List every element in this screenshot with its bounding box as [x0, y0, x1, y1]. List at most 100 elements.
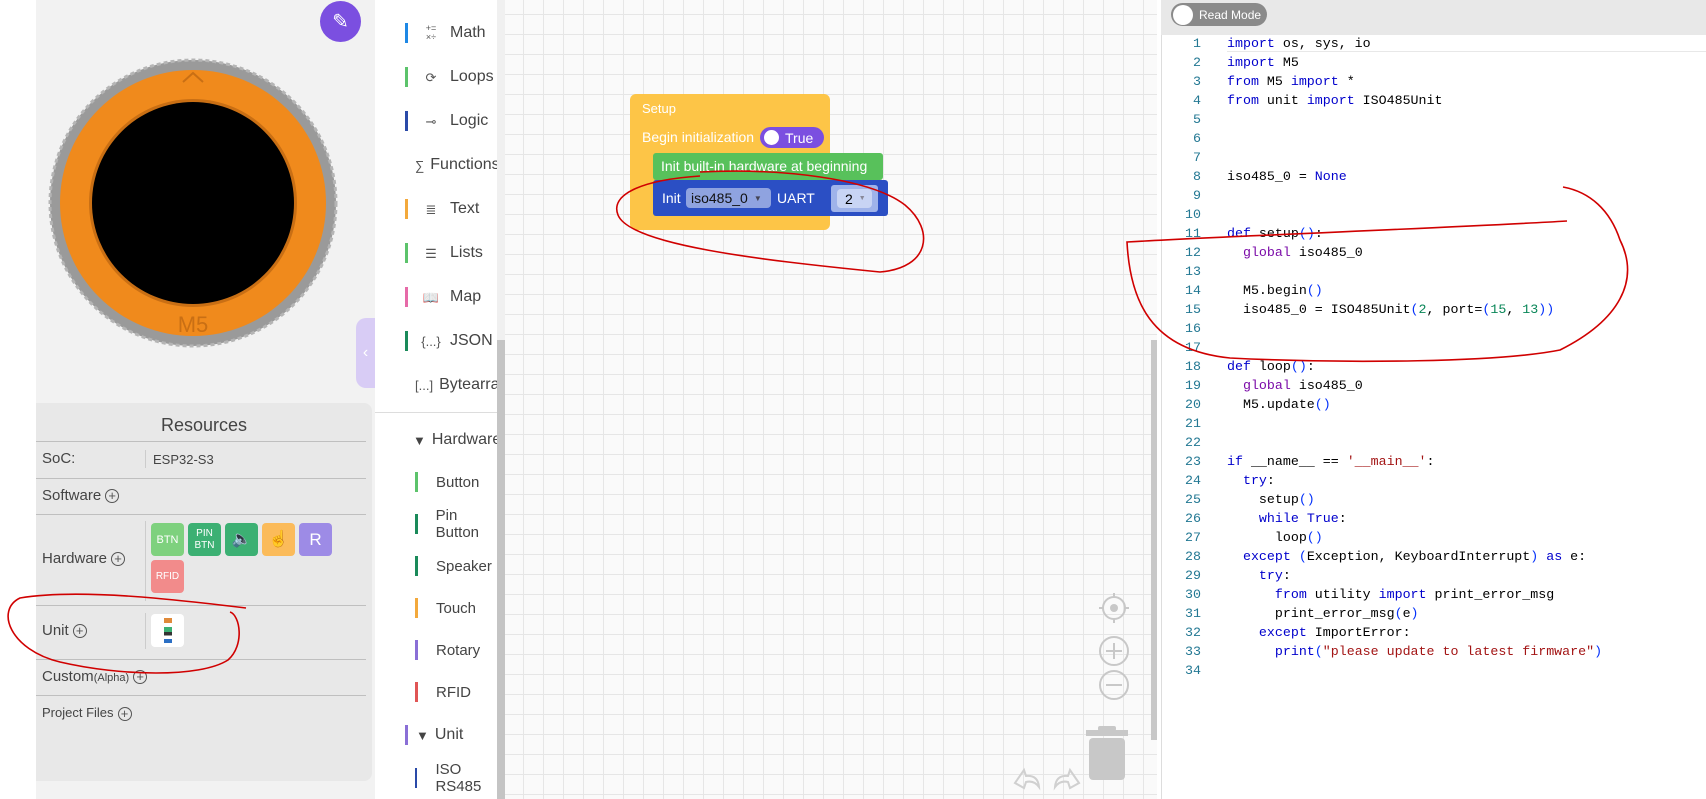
- category-loops[interactable]: ⟳ Loops: [375, 62, 497, 92]
- category-logic[interactable]: ⊸ Logic: [375, 106, 497, 136]
- hw-btn[interactable]: BTN: [151, 523, 184, 556]
- workspace-scrollbar[interactable]: [1151, 340, 1157, 740]
- plus-circle-icon[interactable]: +: [72, 624, 87, 639]
- category-button[interactable]: Button: [375, 467, 497, 497]
- category-speaker[interactable]: Speaker: [375, 551, 497, 581]
- code-line[interactable]: print_error_msg(e): [1227, 604, 1419, 623]
- category-hardware[interactable]: ▼ Hardware: [375, 425, 501, 455]
- code-token: ImportError:: [1306, 625, 1411, 640]
- workspace-controls: [1013, 593, 1129, 791]
- category-label: Rotary: [436, 641, 481, 659]
- edit-device-button[interactable]: ✎: [320, 1, 361, 42]
- code-line[interactable]: iso485_0 = None: [1227, 167, 1347, 186]
- code-line[interactable]: global iso485_0: [1227, 376, 1363, 395]
- code-line[interactable]: loop(): [1227, 528, 1323, 547]
- code-token: print_error_msg: [1227, 606, 1395, 621]
- code-line[interactable]: except ImportError:: [1227, 623, 1411, 642]
- hw-rfid[interactable]: RFID: [151, 560, 184, 593]
- category-iso-rs485[interactable]: ISO RS485: [375, 761, 497, 795]
- code-token: (: [1410, 302, 1419, 317]
- code-line[interactable]: if __name__ == '__main__':: [1227, 452, 1434, 471]
- category-rfid[interactable]: RFID: [375, 677, 497, 707]
- hw-pin-btn[interactable]: PIN BTN: [188, 523, 221, 556]
- code-token: (: [1314, 644, 1323, 659]
- category-map[interactable]: 📖 Map: [375, 282, 497, 312]
- category-math[interactable]: += ×÷ Math: [375, 18, 497, 48]
- read-mode-toggle[interactable]: Read Mode: [1171, 3, 1267, 26]
- code-line[interactable]: except (Exception, KeyboardInterrupt) as…: [1227, 547, 1586, 566]
- code-line[interactable]: print("please update to latest firmware"…: [1227, 642, 1602, 661]
- functions-icon: ∑: [415, 157, 425, 173]
- category-label: Hardware: [431, 431, 502, 448]
- category-scrollbar[interactable]: [497, 340, 505, 799]
- collapse-panel-button[interactable]: ‹: [356, 318, 375, 388]
- var-value: iso485_0: [691, 190, 748, 206]
- code-line[interactable]: from utility import print_error_msg: [1227, 585, 1554, 604]
- code-line[interactable]: from M5 import *: [1227, 72, 1355, 91]
- category-pin-button[interactable]: Pin Button: [375, 507, 497, 541]
- category-bytearray[interactable]: [...] Bytearray: [375, 370, 508, 400]
- trash-icon[interactable]: [1086, 726, 1128, 780]
- line-number: 8: [1193, 169, 1201, 184]
- software-add[interactable]: Software +: [42, 487, 120, 504]
- category-text[interactable]: ≣ Text: [375, 194, 497, 224]
- category-label: Button: [436, 473, 480, 491]
- unit-iso485-icon[interactable]: [151, 614, 184, 647]
- code-line[interactable]: def loop():: [1227, 357, 1315, 376]
- uart-dropdown[interactable]: 2 ▼: [837, 189, 872, 208]
- code-line[interactable]: try:: [1227, 566, 1291, 585]
- begin-init-toggle[interactable]: True: [760, 127, 824, 148]
- speaker-icon: 🔈: [231, 530, 252, 548]
- category-rotary[interactable]: Rotary: [375, 635, 497, 665]
- plus-circle-icon[interactable]: +: [117, 706, 132, 721]
- zoom-in-button[interactable]: [1099, 636, 1129, 666]
- undo-icon[interactable]: [1013, 767, 1041, 791]
- recenter-button[interactable]: [1099, 593, 1129, 623]
- code-line[interactable]: import os, sys, io: [1227, 34, 1371, 53]
- custom-add[interactable]: Custom(Alpha) +: [42, 668, 148, 685]
- category-label: Loops: [450, 68, 494, 85]
- category-label: Functions: [430, 156, 500, 173]
- code-line[interactable]: def setup():: [1227, 224, 1323, 243]
- category-json[interactable]: {...} JSON: [375, 326, 497, 356]
- code-line[interactable]: iso485_0 = ISO485Unit(2, port=(15, 13)): [1227, 300, 1554, 319]
- unit-add[interactable]: Unit +: [42, 622, 87, 639]
- iso485-var-dropdown[interactable]: iso485_0 ▼: [686, 188, 771, 208]
- code-token: import: [1378, 587, 1427, 602]
- code-token: (): [1314, 397, 1331, 412]
- code-line[interactable]: import M5: [1227, 53, 1299, 72]
- category-color-bar: [415, 598, 418, 618]
- uart-value-slot[interactable]: 2 ▼: [831, 185, 878, 212]
- code-token: Exception, KeyboardInterrupt: [1306, 549, 1531, 564]
- category-unit[interactable]: ▼ Unit: [375, 720, 497, 750]
- hw-rotary[interactable]: R: [299, 523, 332, 556]
- category-color-bar: [405, 111, 408, 131]
- category-functions[interactable]: ∑ Functions: [375, 150, 500, 180]
- code-line[interactable]: setup(): [1227, 490, 1315, 509]
- project-files-add[interactable]: Project Files +: [42, 705, 132, 721]
- code-token: iso485_0 =: [1227, 169, 1315, 184]
- plus-circle-icon[interactable]: +: [105, 489, 120, 504]
- code-line[interactable]: try:: [1227, 471, 1275, 490]
- code-line[interactable]: global iso485_0: [1227, 243, 1363, 262]
- code-token: from: [1227, 93, 1259, 108]
- code-line[interactable]: M5.update(): [1227, 395, 1331, 414]
- code-line[interactable]: while True:: [1227, 509, 1347, 528]
- hardware-add[interactable]: Hardware +: [42, 550, 126, 567]
- plus-circle-icon[interactable]: +: [133, 670, 148, 685]
- category-touch[interactable]: Touch: [375, 593, 497, 623]
- zoom-out-button[interactable]: [1099, 670, 1129, 700]
- init-builtin-hardware-block[interactable]: Init built-in hardware at beginning: [653, 153, 883, 180]
- line-number: 3: [1193, 74, 1201, 89]
- iso485-init-block[interactable]: Init iso485_0 ▼ UART 2 ▼: [653, 180, 888, 216]
- plus-circle-icon[interactable]: +: [111, 552, 126, 567]
- category-label: Logic: [450, 112, 489, 129]
- redo-icon[interactable]: [1053, 767, 1081, 791]
- category-lists[interactable]: ☰ Lists: [375, 238, 497, 268]
- hw-speaker[interactable]: 🔈: [225, 523, 258, 556]
- code-line[interactable]: from unit import ISO485Unit: [1227, 91, 1442, 110]
- code-token: 15: [1490, 302, 1507, 317]
- hw-touch[interactable]: ☝: [262, 523, 295, 556]
- code-line[interactable]: M5.begin(): [1227, 281, 1323, 300]
- category-color-bar: [405, 243, 408, 263]
